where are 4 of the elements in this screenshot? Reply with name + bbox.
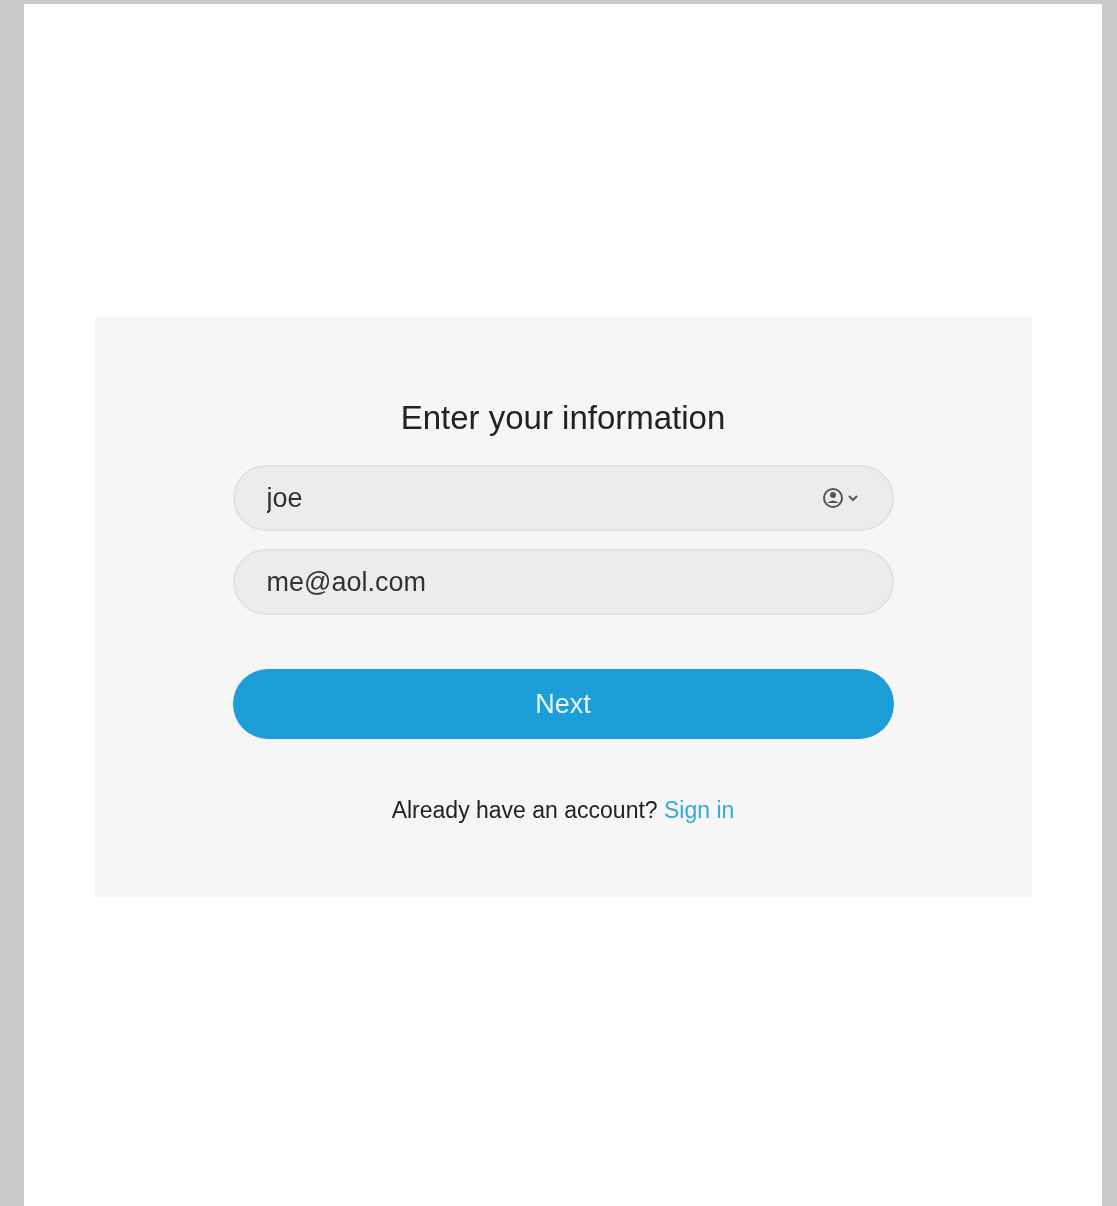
sign-in-prompt: Already have an account? Sign in bbox=[391, 797, 735, 824]
email-field[interactable]: me@aol.com bbox=[232, 549, 894, 615]
name-field[interactable]: joe bbox=[232, 465, 894, 531]
form-title: Enter your information bbox=[400, 399, 726, 437]
